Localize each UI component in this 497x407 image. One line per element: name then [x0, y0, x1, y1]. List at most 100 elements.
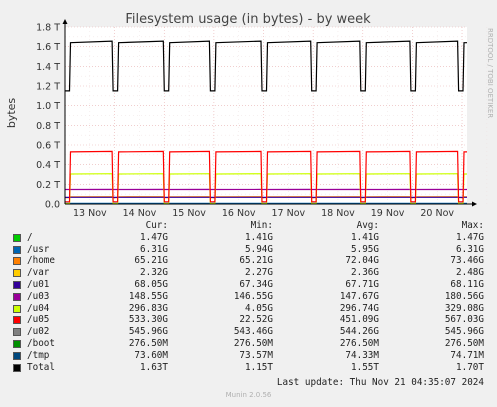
legend-swatch: [13, 316, 21, 325]
x-axis-arrow: [472, 201, 477, 207]
legend-avg: 544.26G: [339, 326, 379, 338]
x-tick-label: 16 Nov: [222, 208, 256, 219]
legend-max: 329.08G: [444, 302, 484, 314]
legend-avg: 2.36G: [351, 267, 379, 279]
rrdtool-credit: RRDTOOL / TOBI OETIKER: [486, 28, 494, 118]
legend-row: /tmp 73.60M 73.57M 74.33M 74.71M: [0, 350, 497, 361]
legend-min: 67.34G: [239, 279, 273, 290]
legend-max: 276.50M: [444, 338, 484, 349]
legend-name: /tmp: [27, 349, 50, 361]
legend-name: /usr: [27, 243, 50, 255]
legend-min: 65.21G: [239, 255, 273, 267]
legend-row: /u05 533.30G 22.52G 451.09G 567.03G: [0, 314, 497, 325]
legend-name: /u01: [27, 279, 50, 290]
legend-max: 545.96G: [444, 326, 484, 338]
legend-name: /u05: [27, 314, 50, 326]
legend-cur: 545.96G: [128, 326, 168, 338]
legend-swatch: [13, 257, 21, 266]
x-axis-ticks: 13 Nov 14 Nov 15 Nov 16 Nov 17 Nov 18 Nov 19 N…: [73, 208, 454, 219]
y-tick-label: 1.6 T: [36, 42, 60, 53]
legend-row: / 1.47G 1.41G 1.41G 1.47G: [0, 232, 497, 243]
legend-cur: 68.05G: [134, 279, 168, 290]
legend-avg: 1.55T: [351, 361, 379, 373]
legend-max: 6.31G: [456, 243, 484, 255]
legend-header-avg: Avg:: [356, 220, 379, 231]
legend-row: /home 65.21G 65.21G 72.04G 73.46G: [0, 255, 497, 266]
legend-name: /u03: [27, 290, 50, 302]
legend-min: 4.05G: [245, 302, 273, 314]
legend-name: /u04: [27, 302, 50, 314]
y-tick-label: 0.2 T: [36, 180, 60, 191]
legend-min: 5.94G: [245, 243, 273, 255]
legend-row: Total 1.63T 1.15T 1.55T 1.70T: [0, 362, 497, 373]
legend-max: 68.11G: [450, 279, 484, 290]
x-tick-label: 14 Nov: [123, 208, 157, 219]
legend-min: 1.41G: [245, 231, 273, 243]
last-update: Last update: Thu Nov 21 04:35:07 2024: [276, 377, 484, 388]
x-tick-label: 18 Nov: [321, 208, 355, 219]
y-tick-label: 0.8 T: [36, 121, 60, 132]
legend-avg: 72.04G: [345, 255, 379, 267]
legend-swatch: [13, 269, 21, 278]
y-tick-label: 1.8 T: [36, 23, 60, 34]
legend-avg: 451.09G: [339, 314, 379, 326]
y-axis-arrow: [62, 19, 68, 24]
chart: Filesystem usage (in bytes) - by week RR…: [5, 12, 494, 219]
y-tick-label: 1.0 T: [36, 101, 60, 112]
chart-title: Filesystem usage (in bytes) - by week: [125, 12, 371, 27]
legend-cur: 1.63T: [140, 361, 168, 373]
y-tick-label: 1.2 T: [36, 82, 60, 93]
legend-max: 74.71M: [450, 349, 484, 361]
x-tick-label: 17 Nov: [272, 208, 306, 219]
legend-swatch: [13, 328, 21, 337]
y-axis-label: bytes: [5, 98, 18, 129]
legend-avg: 296.74G: [339, 302, 379, 314]
legend-swatch: [13, 245, 21, 254]
y-tick-label: 0.0: [45, 200, 60, 211]
legend-row: /var 2.32G 2.27G 2.36G 2.48G: [0, 267, 497, 278]
legend-swatch: [13, 233, 21, 242]
legend-min: 73.57M: [239, 349, 273, 361]
legend-row: /boot 276.50M 276.50M 276.50M 276.50M: [0, 338, 497, 349]
legend-cur: 73.60M: [134, 349, 168, 361]
legend-min: 146.55G: [233, 290, 273, 302]
legend-row: /u01 68.05G 67.34G 67.71G 68.11G: [0, 279, 497, 290]
legend-cur: 65.21G: [134, 255, 168, 267]
legend-avg: 276.50M: [339, 338, 379, 349]
legend-header-cur: Cur:: [145, 220, 168, 231]
legend-name: Total: [27, 361, 55, 373]
legend-swatch: [13, 292, 21, 301]
legend-avg: 67.71G: [345, 279, 379, 290]
legend-cur: 1.47G: [140, 231, 168, 243]
legend-max: 1.70T: [456, 361, 484, 373]
legend-min: 276.50M: [233, 338, 273, 349]
munin-version: Munin 2.0.56: [225, 391, 272, 399]
legend-max: 2.48G: [456, 267, 484, 279]
legend-cur: 2.32G: [140, 267, 168, 279]
legend-max: 1.47G: [456, 231, 484, 243]
legend-cur: 148.55G: [128, 290, 168, 302]
y-tick-label: 1.4 T: [36, 62, 60, 73]
legend-max: 567.03G: [444, 314, 484, 326]
legend-swatch: [13, 363, 21, 372]
legend-cur: 276.50M: [128, 338, 168, 349]
x-tick-label: 20 Nov: [420, 208, 454, 219]
legend-cur: 533.30G: [128, 314, 168, 326]
legend-swatch: [13, 281, 21, 289]
legend-row: /usr 6.31G 5.94G 5.95G 6.31G: [0, 244, 497, 255]
legend-avg: 147.67G: [339, 290, 379, 302]
legend-min: 543.46G: [233, 326, 273, 338]
legend-avg: 5.95G: [351, 243, 379, 255]
legend-name: /var: [27, 267, 50, 279]
legend-header-max: Max:: [461, 220, 484, 231]
legend-cur: 6.31G: [140, 243, 168, 255]
y-axis-ticks: 0.0 0.2 T 0.4 T 0.6 T 0.8 T 1.0 T 1.2 T 1.4 T 1.…: [36, 23, 60, 211]
y-tick-label: 0.4 T: [36, 160, 60, 171]
x-tick-label: 13 Nov: [73, 208, 107, 219]
legend-name: /: [27, 231, 33, 243]
legend-swatch: [13, 304, 21, 313]
legend-name: /boot: [27, 338, 55, 349]
y-tick-label: 0.6 T: [36, 141, 60, 152]
legend-swatch: [13, 351, 21, 360]
legend-name: /u02: [27, 326, 50, 338]
